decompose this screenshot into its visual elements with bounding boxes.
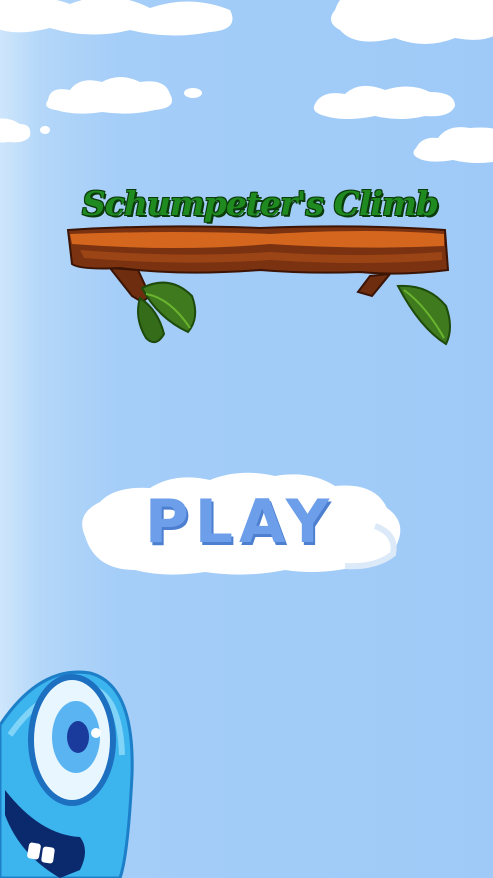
cloud-top-left xyxy=(0,0,233,36)
cloud-mid-left xyxy=(46,77,173,114)
cloud-left-edge xyxy=(0,118,50,143)
cloud-top-right xyxy=(331,0,493,44)
cloud-small-dot xyxy=(184,88,202,98)
game-title: Schumpeter's Climb xyxy=(81,184,439,223)
game-screen: { "game": { "title": "Schumpeter's Climb… xyxy=(0,0,493,878)
play-button-label: PLAY xyxy=(144,487,336,557)
mascot-creature-icon xyxy=(0,670,134,878)
cloud-right-edge xyxy=(413,127,493,163)
play-button[interactable]: PLAY xyxy=(75,466,405,578)
cloud-mid-right xyxy=(313,85,455,119)
